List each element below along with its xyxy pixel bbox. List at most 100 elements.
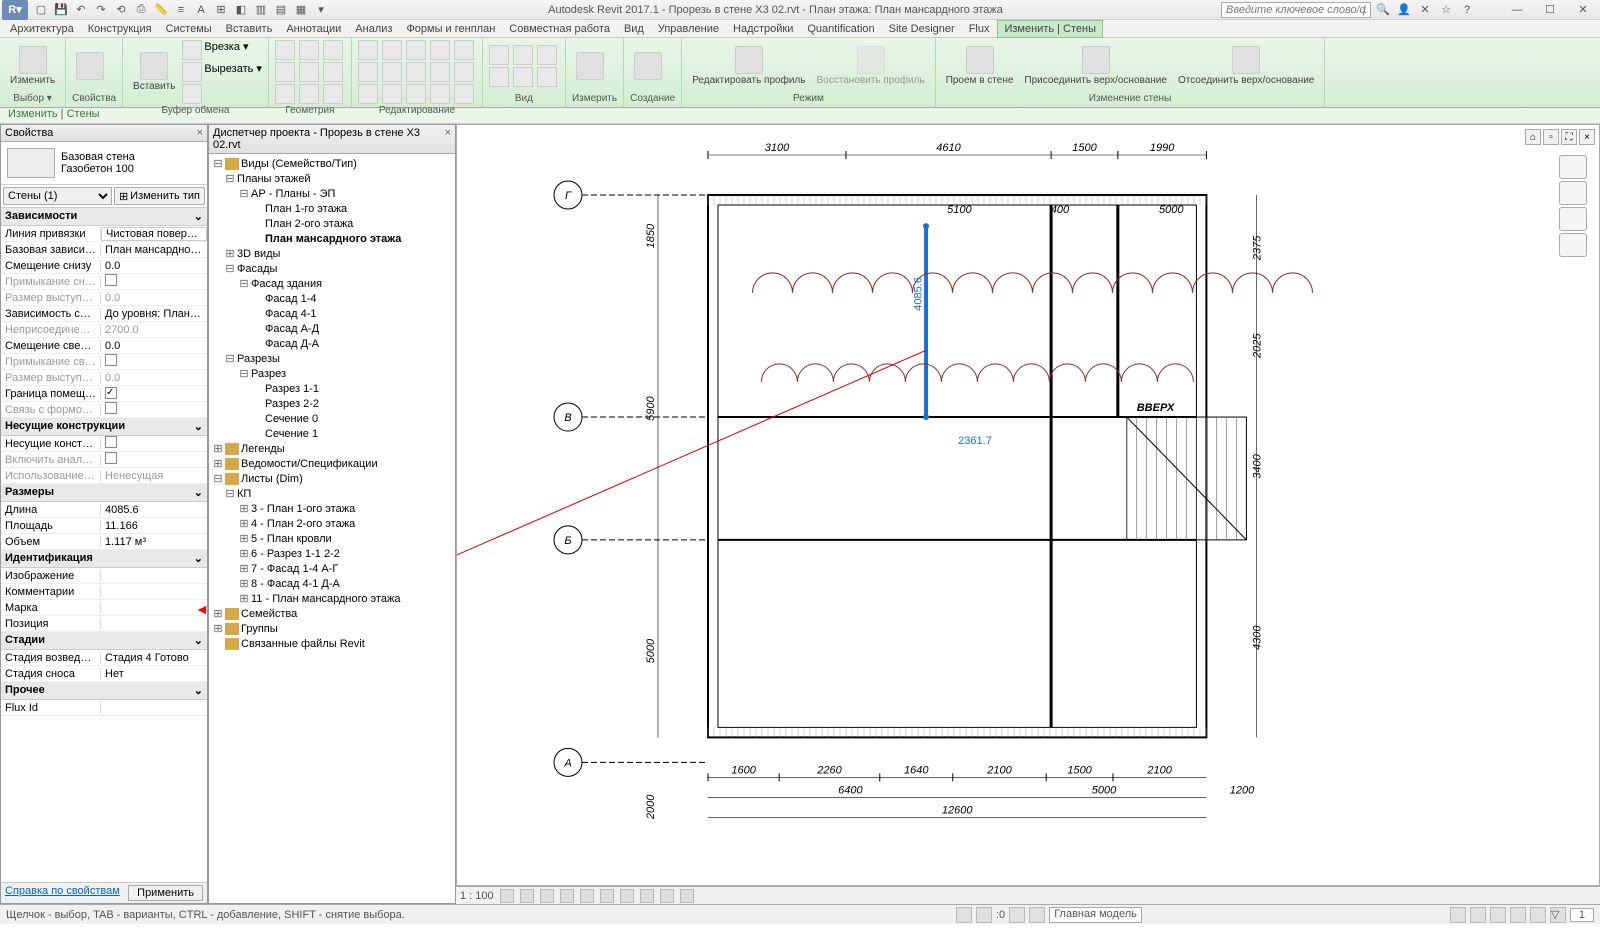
attach-top-button[interactable]: Присоединить верх/основание (1020, 44, 1171, 88)
props-section-header[interactable]: Идентификация⌄ (1, 550, 207, 568)
tree-toggle-icon[interactable]: ⊞ (213, 607, 223, 620)
tree-item[interactable]: Сечение 1 (211, 426, 453, 441)
menu-site-designer[interactable]: Site Designer (883, 21, 961, 37)
view-mode-icon[interactable]: ▫ (1543, 129, 1559, 145)
props-value[interactable]: Стадия 4 Готово (101, 652, 207, 664)
tree-toggle-icon[interactable]: ⊞ (239, 592, 249, 605)
props-row[interactable]: Изображение (1, 568, 207, 584)
tool-icon[interactable] (489, 67, 509, 87)
tool-icon[interactable] (299, 62, 319, 82)
tree-item[interactable]: ⊟Планы этажей (211, 171, 453, 186)
tool-icon[interactable] (406, 62, 426, 82)
tree-toggle-icon[interactable]: ⊟ (225, 487, 235, 500)
checkbox[interactable] (105, 387, 117, 399)
sb-icon-1[interactable] (956, 907, 972, 923)
tree-toggle-icon[interactable]: ⊞ (213, 457, 223, 470)
tree-item[interactable]: ⊟КП (211, 486, 453, 501)
help-icon[interactable]: ? (1458, 1, 1476, 19)
tool-icon[interactable] (537, 67, 557, 87)
props-row[interactable]: Стадия сносаНет (1, 666, 207, 682)
props-row[interactable]: Неприсоединенная...2700.0 (1, 322, 207, 338)
menu-управление[interactable]: Управление (652, 21, 725, 37)
signin-icon[interactable]: 👤 (1395, 1, 1413, 19)
tree-toggle-icon[interactable]: ⊟ (239, 367, 249, 380)
menu-архитектура[interactable]: Архитектура (4, 21, 80, 37)
menu-конструкция[interactable]: Конструкция (82, 21, 158, 37)
sb-pin-icon[interactable] (1490, 907, 1506, 923)
measure-button[interactable] (572, 50, 608, 82)
sb-face-icon[interactable] (1510, 907, 1526, 923)
pan-icon[interactable] (1559, 181, 1587, 205)
switch-windows-icon[interactable]: ▾ (312, 1, 330, 19)
tree-item[interactable]: Разрез 1-1 (211, 381, 453, 396)
props-row[interactable]: Объем1.117 м³ (1, 534, 207, 550)
tree-item[interactable]: Фасад 1-4 (211, 291, 453, 306)
tree-item[interactable]: ⊞Семейства (211, 606, 453, 621)
sb-select-icon[interactable] (1450, 907, 1466, 923)
tool-icon[interactable] (430, 84, 450, 104)
tree-item[interactable]: ⊞4 - План 2-ого этажа (211, 516, 453, 531)
tree-item[interactable]: ⊟Фасад здания (211, 276, 453, 291)
tool-icon[interactable] (430, 40, 450, 60)
clipboard-icon[interactable] (182, 84, 202, 104)
props-value[interactable] (101, 452, 207, 467)
props-value[interactable] (101, 402, 207, 417)
tree-item[interactable]: План 1-го этажа (211, 201, 453, 216)
props-row[interactable]: Примыкание сверху (1, 354, 207, 370)
tree-toggle-icon[interactable]: ⊞ (239, 517, 249, 530)
menu-quantification[interactable]: Quantification (801, 21, 880, 37)
sb-icon-2[interactable] (976, 907, 992, 923)
tool-icon[interactable] (430, 62, 450, 82)
crop-region-icon[interactable] (600, 889, 614, 903)
tree-item[interactable]: ⊟Фасады (211, 261, 453, 276)
redo-icon[interactable]: ↷ (92, 1, 110, 19)
tree-item[interactable]: ⊟Разрезы (211, 351, 453, 366)
search-input[interactable] (1221, 2, 1371, 18)
menu-изменить-стены[interactable]: Изменить | Стены (997, 20, 1103, 38)
tool-icon[interactable] (382, 40, 402, 60)
props-section-header[interactable]: Зависимости⌄ (1, 208, 207, 226)
props-row[interactable]: Стадия возведенияСтадия 4 Готово (1, 650, 207, 666)
detail-level-icon[interactable] (500, 889, 514, 903)
worksharing-icon[interactable] (680, 889, 694, 903)
tree-item[interactable]: Сечение 0 (211, 411, 453, 426)
props-row[interactable]: Использование в к...Ненесущая (1, 468, 207, 484)
apply-button[interactable]: Применить (128, 885, 203, 901)
tree-item[interactable]: ⊞5 - План кровли (211, 531, 453, 546)
props-value[interactable] (101, 387, 207, 400)
favorite-icon[interactable]: ☆ (1437, 1, 1455, 19)
reset-profile-button[interactable]: Восстановить профиль (812, 44, 928, 88)
tool-icon[interactable] (382, 62, 402, 82)
props-value[interactable]: 11.166 (101, 520, 207, 532)
save-icon[interactable]: 💾 (52, 1, 70, 19)
props-section-header[interactable]: Размеры⌄ (1, 484, 207, 502)
steering-wheel-icon[interactable] (1559, 155, 1587, 179)
properties-close-icon[interactable]: × (197, 127, 203, 139)
tool-icon[interactable] (299, 84, 319, 104)
orbit-icon[interactable] (1559, 233, 1587, 257)
checkbox[interactable] (105, 402, 117, 414)
sync-icon[interactable]: ⟲ (112, 1, 130, 19)
search-icon[interactable]: 🔍 (1374, 1, 1392, 19)
dimension-icon[interactable]: ⊞ (212, 1, 230, 19)
sb-link-icon[interactable] (1470, 907, 1486, 923)
minimize-button[interactable]: — (1502, 0, 1532, 20)
tool-icon[interactable] (454, 84, 474, 104)
visual-style-icon[interactable] (520, 889, 534, 903)
zoom-icon[interactable] (1559, 207, 1587, 231)
props-value[interactable]: План мансардного ... (101, 244, 207, 256)
props-value[interactable]: 0.0 (101, 292, 207, 304)
close-views-icon[interactable]: ▦ (292, 1, 310, 19)
app-menu-button[interactable]: R▾ (2, 0, 28, 20)
props-row[interactable]: Марка (1, 600, 207, 616)
tree-toggle-icon[interactable]: ⊟ (225, 172, 235, 185)
tree-toggle-icon[interactable]: ⊞ (239, 547, 249, 560)
home-view-icon[interactable]: ⌂ (1525, 129, 1541, 145)
props-row[interactable]: Длина4085.6 (1, 502, 207, 518)
paste-button[interactable]: Вставить (129, 50, 179, 94)
clipboard-icon[interactable] (182, 40, 202, 60)
props-value[interactable]: 0.0 (101, 372, 207, 384)
props-value[interactable]: 4085.6 (101, 504, 207, 516)
props-row[interactable]: Flux Id (1, 700, 207, 716)
tree-toggle-icon[interactable]: ⊟ (225, 352, 235, 365)
